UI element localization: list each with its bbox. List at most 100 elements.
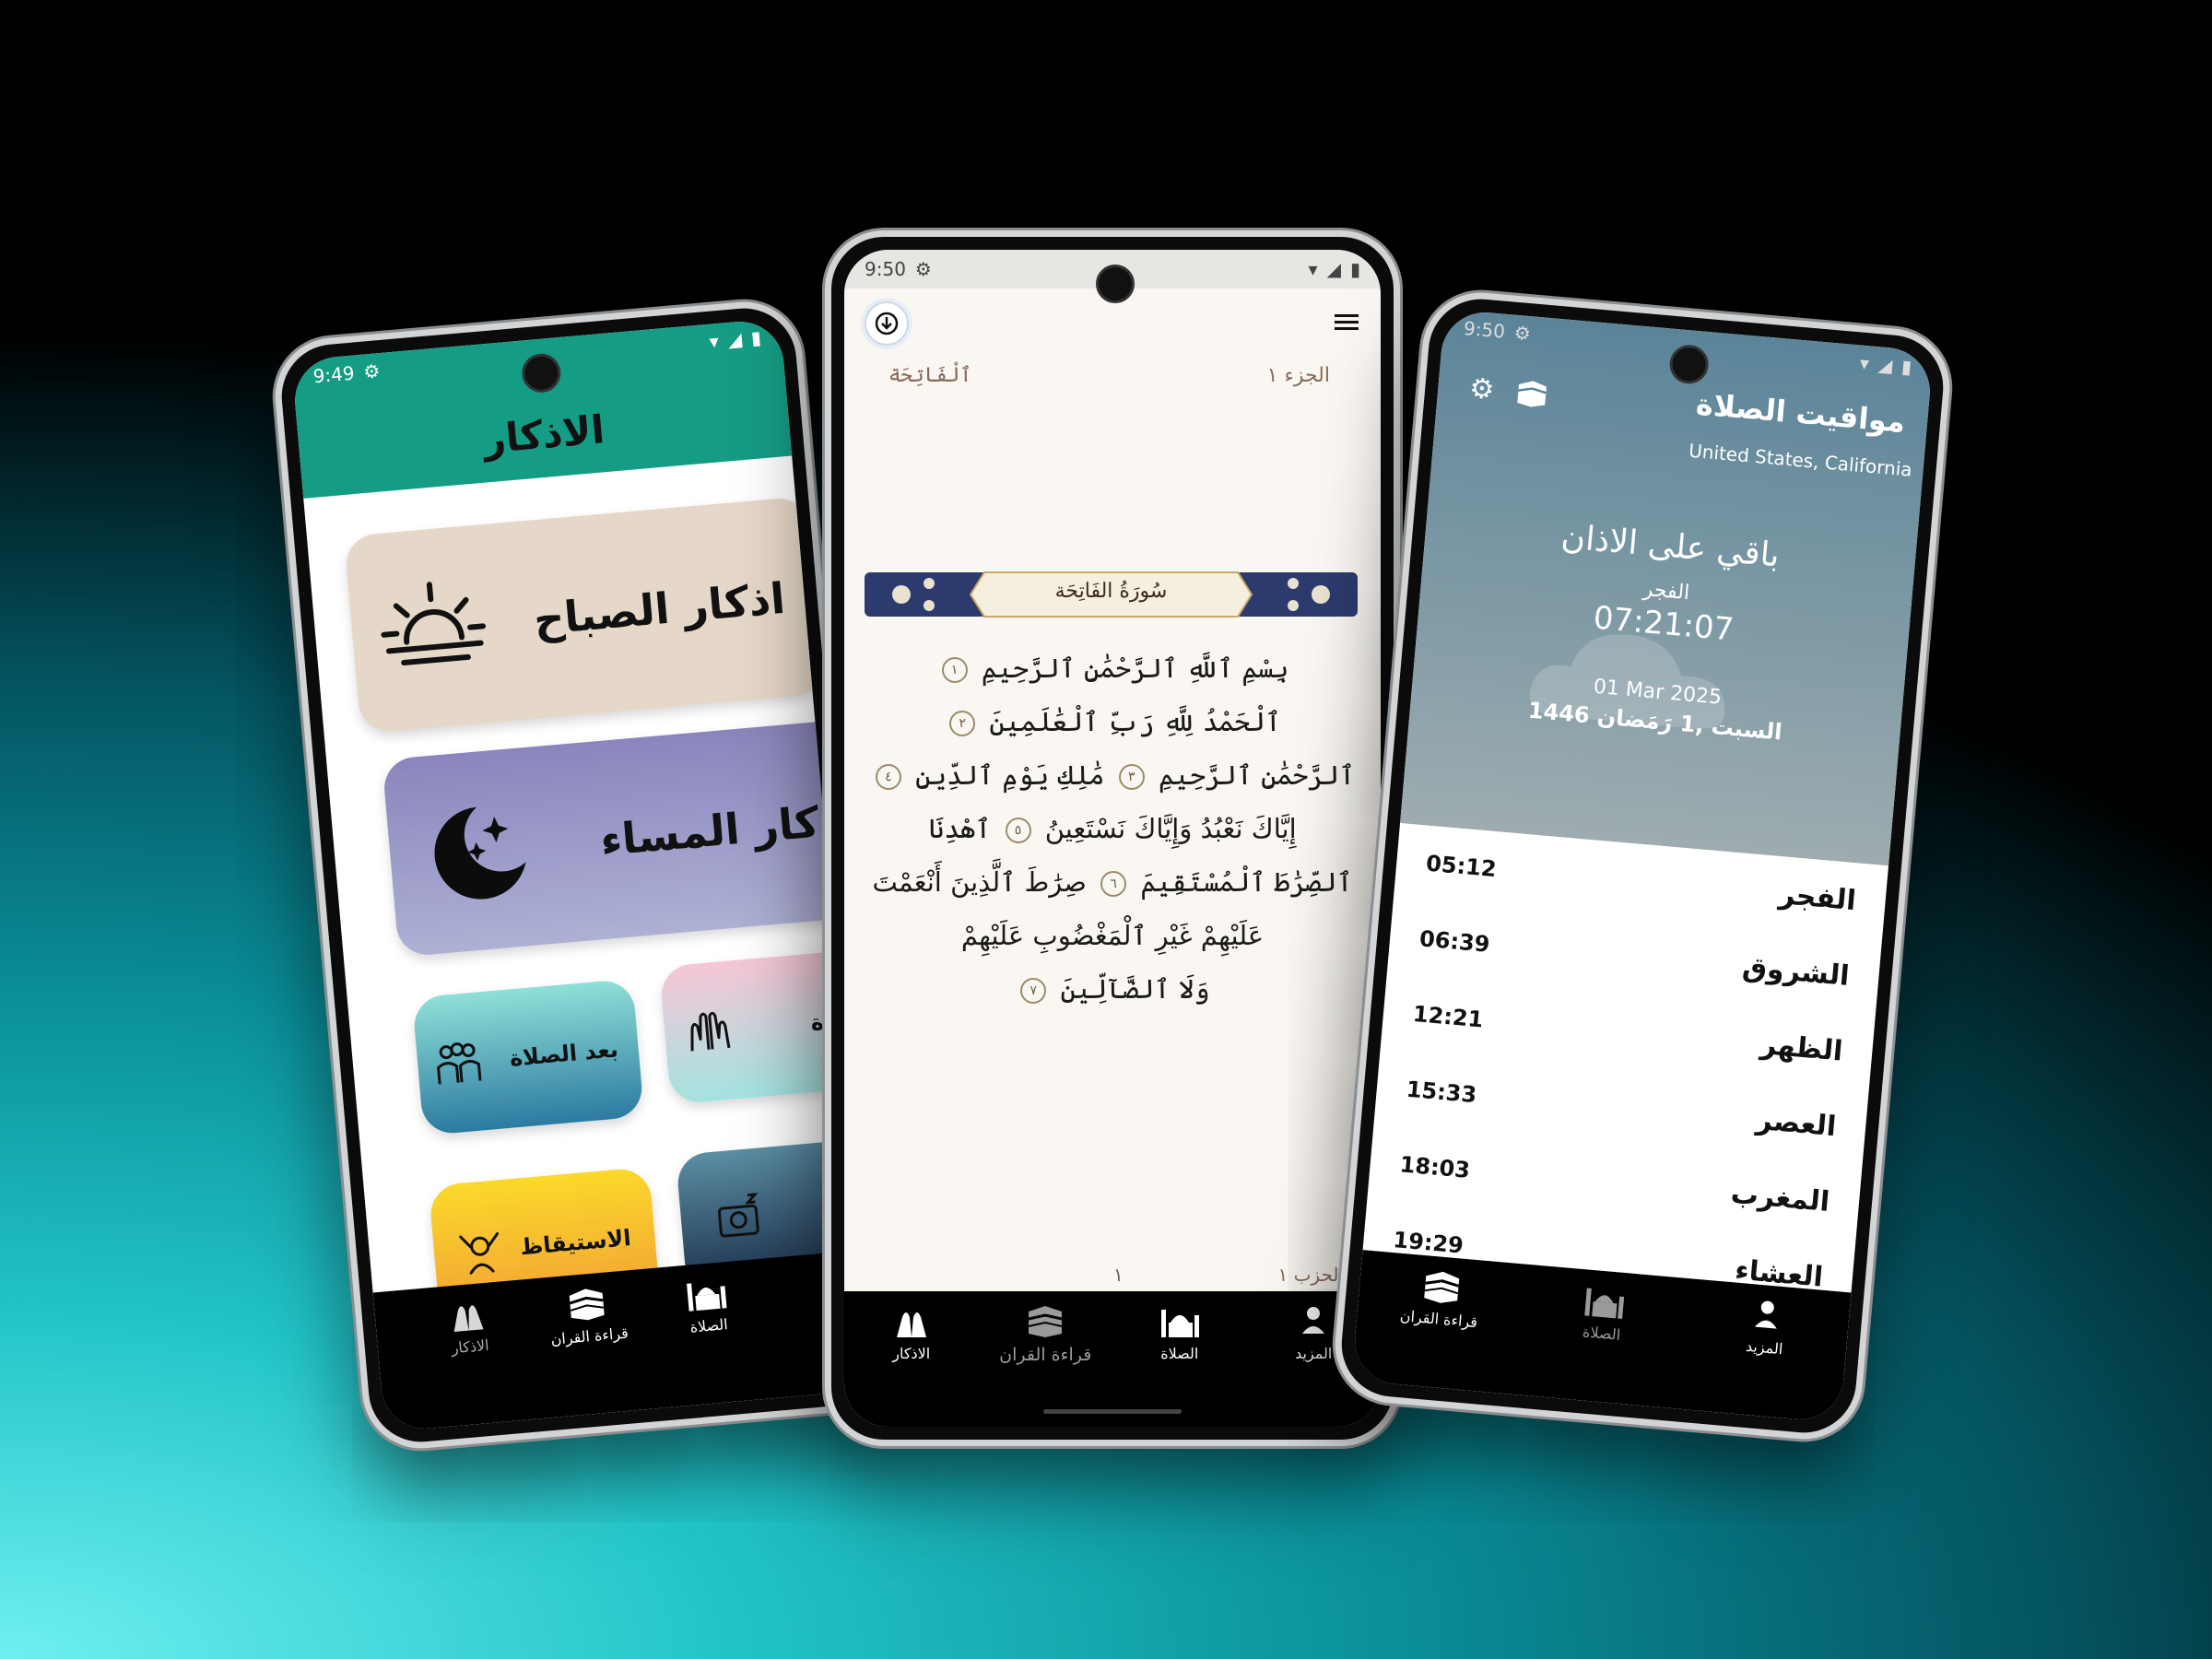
nav-quran[interactable]: قراءة القران <box>1382 1264 1498 1333</box>
ayah-number: ١ <box>941 657 968 683</box>
prayer-name: الظهر <box>1759 1028 1844 1068</box>
morning-azkar-label: اذكار الصباح <box>531 572 787 644</box>
prayer-name: الشروق <box>1741 950 1851 993</box>
nav-prayer[interactable]: الصلاة <box>650 1270 765 1339</box>
after-prayer-card[interactable]: بعد الصلاة <box>411 978 645 1136</box>
nav-quran[interactable]: قراءة القران <box>530 1280 645 1349</box>
nav-quran-label: قراءة القران <box>999 1345 1092 1365</box>
evening-azkar-label: اذكار المساء <box>598 793 858 865</box>
moon-icon <box>434 806 526 900</box>
quran-book-icon <box>1423 1271 1459 1303</box>
sunrise-icon <box>381 582 487 666</box>
verse-line: ٱلصِّرَٰطَ ٱلْمُسْتَقِيمَ ٦ صِرَٰطَ ٱلَّ… <box>863 855 1362 909</box>
nav-azkar[interactable]: الاذكار <box>856 1302 967 1362</box>
ayah-number: ٣ <box>1118 764 1145 790</box>
prayer-time: 18:03 <box>1398 1151 1472 1183</box>
nav-quran-label: قراءة القران <box>1399 1306 1478 1332</box>
prayer-name: الفجر <box>1777 877 1858 917</box>
verse-text: إِيَّاكَ نَعْبُدُ وَإِيَّاكَ نَسْتَعِينُ <box>1044 813 1297 844</box>
nav-prayer-label: الصلاة <box>1582 1323 1621 1344</box>
quran-shortcut-button[interactable] <box>1512 376 1551 414</box>
hizb-label: الحزب ١ <box>1277 1264 1344 1286</box>
menu-button[interactable] <box>1333 311 1362 335</box>
ayah-number: ٤ <box>875 764 901 790</box>
page-title: الاذكار <box>481 406 606 463</box>
signal-icon: ◢ <box>1326 258 1341 280</box>
nav-more-label: المزيد <box>1295 1345 1333 1362</box>
quran-book-icon <box>569 1288 605 1321</box>
quran-book-icon <box>1028 1306 1063 1337</box>
gesture-bar <box>1043 1409 1182 1414</box>
person-icon <box>1302 1307 1325 1334</box>
verse-text: ٱلصِّرَٰطَ ٱلْمُسْتَقِيمَ <box>1140 866 1353 898</box>
verse-text: ٱلرَّحْمَٰنِ ٱلرَّحِيمِ <box>1158 759 1356 791</box>
prayer-name: المغرب <box>1729 1177 1831 1218</box>
bottom-navigation: الاذكار قراءة القران الصلاة المزيد <box>844 1291 1381 1427</box>
gear-icon: ⚙ <box>362 359 382 383</box>
banner-title: سُورَةُ الفَاتِحَة <box>1054 580 1168 603</box>
page-number: ١ <box>1113 1264 1124 1286</box>
verse-line: وَلَا ٱلضَّآلِّينَ ٧ <box>863 962 1362 1016</box>
waking-label: الاستيقاظ <box>519 1224 632 1261</box>
signal-icon: ◢ <box>1877 353 1894 377</box>
prayer-name: العصر <box>1755 1103 1838 1143</box>
nav-azkar-label: الاذكار <box>892 1345 931 1362</box>
mosque-icon <box>1160 1310 1199 1337</box>
verse-text: بِسْمِ ٱللَّهِ ٱلرَّحْمَٰنِ ٱلرَّحِيمِ <box>981 653 1289 684</box>
nav-azkar-label: الاذكار <box>450 1335 490 1358</box>
verse-text: صِرَٰطَ ٱلَّذِينَ أَنْعَمْتَ <box>872 866 1087 898</box>
wifi-icon: ▾ <box>708 329 720 353</box>
nav-prayer[interactable]: الصلاة <box>1546 1277 1661 1347</box>
wifi-icon: ▾ <box>1308 258 1318 280</box>
prayer-time: 05:12 <box>1425 850 1498 883</box>
nav-more[interactable]: المزيد <box>1709 1291 1824 1360</box>
prayer-times-phone: 9:50 ⚙ ▾ ◢ ▮ مواقيت الصلاة ⚙ United Stat… <box>1330 288 1955 1444</box>
ayah-number: ٧ <box>1020 978 1047 1004</box>
wifi-icon: ▾ <box>1858 351 1871 375</box>
morning-azkar-card[interactable]: اذكار الصباح <box>344 496 825 735</box>
download-button[interactable] <box>865 301 909 346</box>
page-title: مواقيت الصلاة <box>1694 386 1907 440</box>
waking-person-icon <box>459 1232 500 1275</box>
status-time: 9:50 <box>1463 316 1506 343</box>
verse-text: ٱلْحَمْدُ لِلَّهِ رَبِّ ٱلْعَٰلَمِينَ <box>989 706 1281 737</box>
verse-text: وَلَا ٱلضَّآلِّينَ <box>1060 973 1210 1005</box>
nav-prayer-label: الصلاة <box>688 1315 729 1336</box>
surah-banner: سُورَةُ الفَاتِحَة <box>865 569 1358 620</box>
nav-quran-label: قراءة القران <box>549 1324 629 1348</box>
praying-hands-icon <box>896 1312 926 1337</box>
battery-icon: ▮ <box>749 325 762 349</box>
azkar-phone: الاذكار 9:49 ⚙ ▾ ◢ ▮ اذكار الصباح اذكار … <box>270 297 895 1453</box>
praying-hands-icon <box>690 1011 731 1052</box>
status-time: 9:49 <box>312 361 356 388</box>
gear-icon: ⚙ <box>914 258 932 280</box>
verse-text: مَٰلِكِ يَوْمِ ٱلدِّينِ <box>915 759 1105 791</box>
quran-text: بِسْمِ ٱللَّهِ ٱلرَّحْمَٰنِ ٱلرَّحِيمِ ١… <box>863 641 1362 1016</box>
status-time: 9:50 <box>865 258 906 280</box>
verse-line: بِسْمِ ٱللَّهِ ٱلرَّحْمَٰنِ ٱلرَّحِيمِ ١ <box>863 641 1362 695</box>
prayer-time: 15:33 <box>1405 1076 1478 1109</box>
gear-icon: ⚙ <box>1467 371 1496 406</box>
quran-screen: 9:50 ⚙ ▾ ◢ ▮ ٱلْفَاتِحَة الجزء ١ سُورَةُ… <box>844 250 1381 1427</box>
nav-quran[interactable]: قراءة القران <box>990 1302 1100 1365</box>
praying-hands-icon <box>453 1305 484 1333</box>
settings-button[interactable]: ⚙ <box>1468 372 1496 406</box>
ayah-number: ٢ <box>949 711 976 736</box>
verse-text: ٱهْدِنَا <box>928 813 992 844</box>
nav-more-label: المزيد <box>1745 1336 1784 1359</box>
nav-azkar[interactable]: الاذكار <box>411 1291 526 1360</box>
download-icon <box>875 312 899 335</box>
verse-line: ٱلْحَمْدُ لِلَّهِ رَبِّ ٱلْعَٰلَمِينَ ٢ <box>863 695 1362 748</box>
prayer-header: 9:50 ⚙ ▾ ◢ ▮ مواقيت الصلاة ⚙ United Stat… <box>1400 309 1934 866</box>
verse-line: ٱلرَّحْمَٰنِ ٱلرَّحِيمِ ٣ مَٰلِكِ يَوْمِ… <box>863 748 1362 802</box>
verse-line: إِيَّاكَ نَعْبُدُ وَإِيَّاكَ نَسْتَعِينُ… <box>863 802 1362 855</box>
prayer-time: 12:21 <box>1411 1000 1485 1033</box>
verse-text: عَلَيْهِمْ غَيْرِ ٱلْمَغْضُوبِ عَلَيْهِم… <box>960 920 1265 951</box>
nav-prayer[interactable]: الصلاة <box>1124 1302 1235 1362</box>
quran-phone: 9:50 ⚙ ▾ ◢ ▮ ٱلْفَاتِحَة الجزء ١ سُورَةُ… <box>825 230 1400 1446</box>
signal-icon: ◢ <box>726 327 743 352</box>
after-prayer-label: بعد الصلاة <box>508 1036 619 1072</box>
evening-azkar-card[interactable]: اذكار المساء <box>382 718 874 958</box>
prayer-time: 06:39 <box>1418 925 1491 958</box>
congregation-icon <box>437 1042 482 1085</box>
